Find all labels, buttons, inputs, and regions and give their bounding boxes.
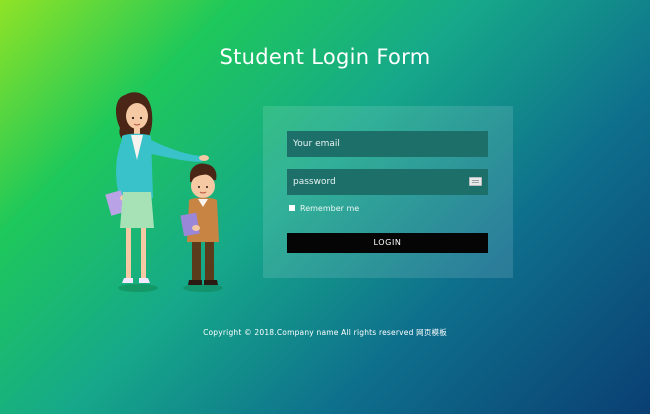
teacher-shadow bbox=[118, 284, 158, 292]
keyboard-icon[interactable] bbox=[469, 177, 482, 186]
student-figure bbox=[180, 163, 219, 285]
password-field-container bbox=[287, 169, 488, 195]
password-field[interactable] bbox=[287, 169, 488, 195]
remember-me-checkbox[interactable] bbox=[289, 205, 295, 211]
page-title: Student Login Form bbox=[219, 45, 431, 70]
email-field-container bbox=[287, 131, 488, 157]
login-panel: Remember me LOGIN bbox=[263, 106, 513, 278]
remember-me-row[interactable]: Remember me bbox=[289, 202, 359, 214]
login-button[interactable]: LOGIN bbox=[287, 233, 488, 253]
copyright-text: Copyright © 2018.Company name All rights… bbox=[203, 328, 447, 337]
email-field[interactable] bbox=[287, 131, 488, 157]
remember-me-label: Remember me bbox=[300, 203, 360, 213]
student-shadow bbox=[183, 284, 223, 292]
teacher-student-illustration bbox=[105, 92, 223, 292]
